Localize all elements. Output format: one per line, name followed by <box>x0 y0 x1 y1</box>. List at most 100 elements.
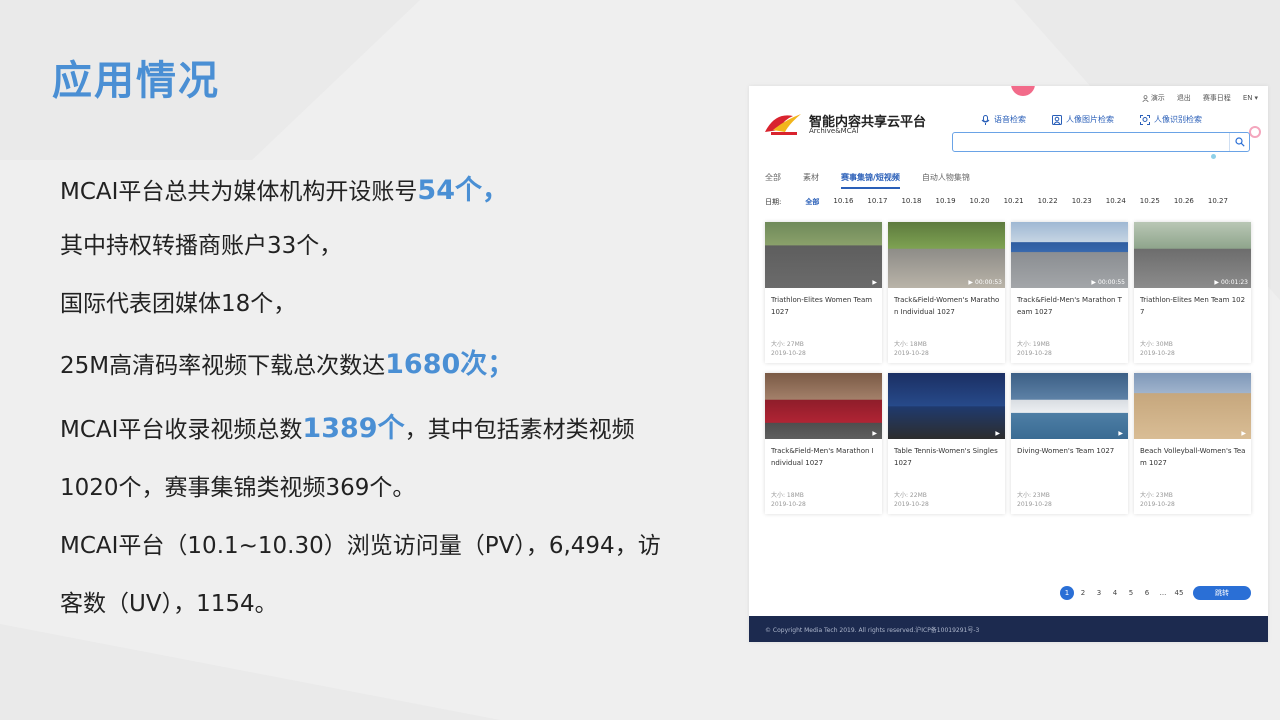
play-icon: ▶ <box>1241 430 1246 437</box>
tab-auto-person[interactable]: 自动人物集锦 <box>922 172 970 189</box>
video-thumbnail[interactable]: ▶ <box>765 222 882 288</box>
search-icon <box>1234 137 1245 147</box>
video-thumbnail[interactable]: ▶ 00:01:23 <box>1134 222 1251 288</box>
date-filter-item[interactable]: 10.26 <box>1174 197 1194 207</box>
top-link-language[interactable]: EN ▾ <box>1243 93 1258 103</box>
video-size: 大小: 23MB <box>1017 492 1050 499</box>
date-filter-item[interactable]: 10.16 <box>833 197 853 207</box>
page-number[interactable]: 1 <box>1060 586 1074 600</box>
video-size: 大小: 30MB <box>1140 341 1173 348</box>
highlight-number: 1389个 <box>302 413 405 444</box>
top-link-logout[interactable]: 退出 <box>1177 93 1191 103</box>
video-date: 2019-10-28 <box>894 501 929 508</box>
date-filter-item[interactable]: 10.24 <box>1106 197 1126 207</box>
jump-button[interactable]: 跳转 <box>1193 586 1251 600</box>
brand-subtitle: Archive&MCAI <box>809 127 859 135</box>
image-search-button[interactable]: 人像图片检索 <box>1052 114 1114 125</box>
video-date: 2019-10-28 <box>1017 350 1052 357</box>
video-thumbnail[interactable]: ▶ 00:00:53 <box>888 222 1005 288</box>
play-icon: ▶ <box>1214 279 1220 286</box>
video-thumbnail[interactable]: ▶ <box>1134 373 1251 439</box>
video-card[interactable]: ▶ Triathlon-Elites Women Team 1027 大小: 27M… <box>765 222 882 363</box>
stats-line: 国际代表团媒体18个， <box>60 284 296 318</box>
top-link-demo[interactable]: 演示 <box>1142 93 1165 103</box>
tab-all[interactable]: 全部 <box>765 172 781 189</box>
video-title: Track&Field-Men's Marathon Individual 10… <box>771 447 874 467</box>
pagination: 1 2 3 4 5 6... 45 <box>1060 586 1188 600</box>
page-number[interactable]: 2 <box>1076 586 1090 600</box>
play-icon: ▶ <box>995 430 1000 437</box>
video-card[interactable]: ▶ Table Tennis-Women's Singles 1027 大小: 22… <box>888 373 1005 514</box>
video-size: 大小: 22MB <box>894 492 927 499</box>
highlight-number: 54个， <box>417 175 509 206</box>
video-duration-badge: ▶ <box>1241 430 1248 437</box>
stats-text-segment: 1020个，赛事集锦类视频369个。 <box>60 475 416 501</box>
play-icon: ▶ <box>872 430 877 437</box>
stats-line: MCAI平台收录视频总数1389个，其中包括素材类视频 <box>60 406 635 445</box>
user-icon <box>1142 94 1149 102</box>
tab-highlights[interactable]: 赛事集锦/短视频 <box>841 172 900 189</box>
date-filter-item[interactable]: 10.21 <box>1004 197 1024 207</box>
video-size: 大小: 18MB <box>771 492 804 499</box>
tab-material[interactable]: 素材 <box>803 172 819 189</box>
video-title: Table Tennis-Women's Singles 1027 <box>894 447 998 467</box>
video-card[interactable]: ▶ 00:01:23 Triathlon-Elites Men Team 1027 大… <box>1134 222 1251 363</box>
video-title: Track&Field-Women's Marathon Individual … <box>894 296 1000 316</box>
play-icon: ▶ <box>968 279 974 286</box>
date-filter-item[interactable]: 10.22 <box>1038 197 1058 207</box>
video-title: Track&Field-Men's Marathon Team 1027 <box>1017 296 1122 316</box>
video-size: 大小: 19MB <box>1017 341 1050 348</box>
voice-search-button[interactable]: 语音检索 <box>981 114 1026 125</box>
search-button[interactable] <box>1229 133 1249 151</box>
video-card[interactable]: ▶ 00:00:53 Track&Field-Women's Marathon In… <box>888 222 1005 363</box>
logo <box>765 114 801 135</box>
stats-text-segment: MCAI平台收录视频总数 <box>60 417 303 443</box>
play-icon: ▶ <box>872 279 877 286</box>
video-title: Triathlon-Elites Men Team 1027 <box>1140 296 1246 316</box>
search-input[interactable] <box>952 132 1250 152</box>
page-number[interactable]: 45 <box>1172 586 1186 600</box>
date-filter-item[interactable]: 10.27 <box>1208 197 1228 207</box>
page-number[interactable]: ... <box>1156 586 1170 600</box>
video-duration: 00:00:53 <box>975 279 1002 286</box>
page-number[interactable]: 3 <box>1092 586 1106 600</box>
date-filter-item[interactable]: 10.17 <box>867 197 887 207</box>
date-filter-item[interactable]: 10.19 <box>936 197 956 207</box>
slide-title: 应用情况 <box>52 58 220 104</box>
video-thumbnail[interactable]: ▶ 00:00:55 <box>1011 222 1128 288</box>
video-size: 大小: 27MB <box>771 341 804 348</box>
page-number[interactable]: 6 <box>1140 586 1154 600</box>
video-thumbnail[interactable]: ▶ <box>765 373 882 439</box>
video-card[interactable]: ▶ Beach Volleyball-Women's Team 1027 大小: 2… <box>1134 373 1251 514</box>
stats-text-segment: MCAI平台（10.1~10.30）浏览访问量（PV），6,494，访 <box>60 533 661 559</box>
video-card[interactable]: ▶ Track&Field-Men's Marathon Individual 1… <box>765 373 882 514</box>
page-number[interactable]: 5 <box>1124 586 1138 600</box>
video-grid: ▶ Triathlon-Elites Women Team 1027 大小: 27M… <box>765 222 1251 514</box>
video-card[interactable]: ▶ Diving-Women's Team 1027 大小: 23MB 2019-10… <box>1011 373 1128 514</box>
date-filter-item[interactable]: 10.20 <box>970 197 990 207</box>
video-card[interactable]: ▶ 00:00:55 Track&Field-Men's Marathon Team… <box>1011 222 1128 363</box>
stats-line: 1020个，赛事集锦类视频369个。 <box>60 468 415 502</box>
video-thumbnail[interactable]: ▶ <box>1011 373 1128 439</box>
chevron-down-icon: ▾ <box>1254 94 1258 102</box>
video-thumbnail[interactable]: ▶ <box>888 373 1005 439</box>
stats-text-segment: ，其中包括素材类视频 <box>404 417 635 443</box>
video-duration: 00:01:23 <box>1221 279 1248 286</box>
play-icon: ▶ <box>1118 430 1123 437</box>
date-filter-item[interactable]: 10.18 <box>901 197 921 207</box>
category-tabs: 全部 素材 赛事集锦/短视频 自动人物集锦 <box>765 172 992 189</box>
stats-text-segment: 其中持权转播商账户33个， <box>60 233 343 259</box>
date-filter-item[interactable]: 10.25 <box>1140 197 1160 207</box>
date-filter-item[interactable]: 10.23 <box>1072 197 1092 207</box>
face-recognition-button[interactable]: 人像识别检索 <box>1140 114 1202 125</box>
stats-text-segment: MCAI平台总共为媒体机构开设账号 <box>60 179 418 205</box>
page-number[interactable]: 4 <box>1108 586 1122 600</box>
video-duration-badge: ▶ <box>1118 430 1125 437</box>
app-screenshot: 演示 退出 赛事日程 EN ▾ 智能内容共享云平台 Archive&MCAI 语音… <box>749 86 1268 642</box>
date-filter: 日期: 全部 10.16 10.17 10.18 10.19 10.20 10.21 10.2… <box>765 197 1242 207</box>
top-link-schedule[interactable]: 赛事日程 <box>1203 93 1231 103</box>
date-filter-item[interactable]: 全部 <box>805 197 819 207</box>
stats-line: MCAI平台（10.1~10.30）浏览访问量（PV），6,494，访 <box>60 526 661 560</box>
video-date: 2019-10-28 <box>771 501 806 508</box>
stats-line: 25M高清码率视频下载总次数达1680次； <box>60 342 514 381</box>
